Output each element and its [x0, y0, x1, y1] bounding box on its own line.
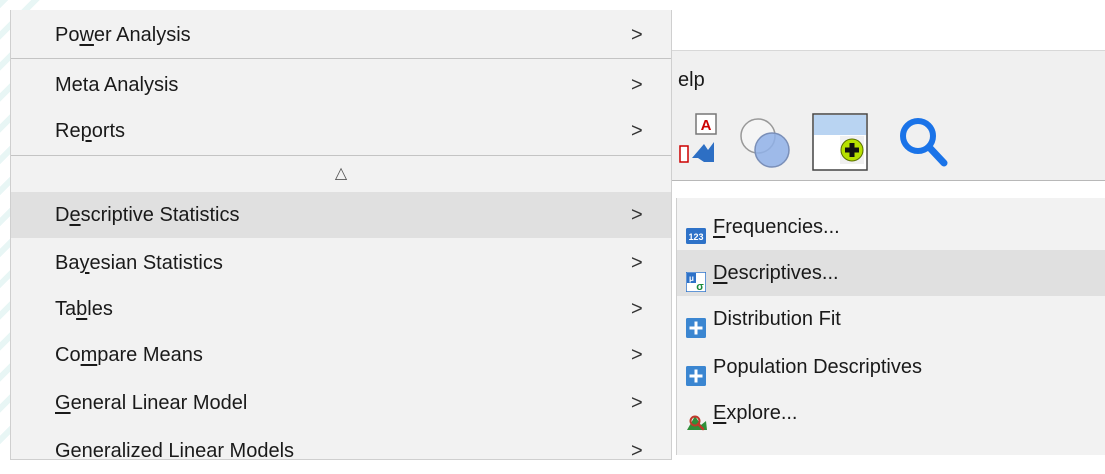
menu-item-label: General Linear Model	[55, 392, 248, 414]
separator	[11, 58, 671, 59]
submenu-item-label: Explore...	[713, 402, 798, 424]
chevron-right-icon: >	[631, 392, 643, 414]
menu-item-generalized-linear-models[interactable]: Generalized Linear Models >	[11, 428, 671, 474]
submenu-item-population-descriptives[interactable]: Population Descriptives	[677, 344, 1105, 390]
menu-item-label: Reports	[55, 120, 126, 142]
menu-item-meta-analysis[interactable]: Meta Analysis >	[11, 62, 671, 108]
menu-item-reports[interactable]: Reports >	[11, 108, 671, 154]
chevron-right-icon: >	[631, 74, 643, 96]
chevron-right-icon: >	[631, 204, 643, 226]
chevron-right-icon: >	[631, 24, 643, 46]
menu-item-label: Compare Means	[55, 344, 203, 366]
chevron-right-icon: >	[631, 344, 643, 366]
submenu-item-label: Descriptives...	[713, 262, 839, 284]
chevron-right-icon: >	[631, 252, 643, 274]
menu-item-label: Descriptive Statistics	[55, 204, 240, 226]
descriptives-icon: μ σ	[685, 263, 707, 293]
svg-text:μ: μ	[689, 274, 694, 283]
menu-item-bayesian-statistics[interactable]: Bayesian Statistics >	[11, 240, 671, 286]
explore-icon	[686, 403, 707, 431]
menu-item-descriptive-statistics[interactable]: Descriptive Statistics >	[11, 192, 671, 238]
menu-item-label: Tables	[55, 298, 113, 320]
svg-text:123: 123	[688, 232, 703, 242]
descriptive-statistics-submenu: 123 Frequencies... μ σ Descriptives... D…	[676, 198, 1105, 455]
menubar: elp	[672, 50, 1105, 109]
scroll-up-arrow-icon[interactable]: △	[11, 156, 671, 192]
text-variable-icon[interactable]: A	[674, 108, 724, 180]
search-icon[interactable]	[892, 108, 956, 180]
menu-item-compare-means[interactable]: Compare Means >	[11, 332, 671, 378]
frequencies-icon: 123	[686, 217, 706, 244]
menu-item-label: Power Analysis	[55, 24, 191, 46]
chevron-right-icon: >	[631, 120, 643, 142]
menu-item-power-analysis[interactable]: Power Analysis >	[11, 12, 671, 58]
submenu-item-frequencies[interactable]: 123 Frequencies...	[677, 204, 1105, 250]
submenu-item-distribution-fit[interactable]: Distribution Fit	[677, 296, 1105, 342]
submenu-item-explore[interactable]: Explore...	[677, 390, 1105, 436]
submenu-item-label: Population Descriptives	[713, 356, 922, 378]
chevron-right-icon: >	[631, 298, 643, 320]
svg-text:A: A	[701, 117, 712, 134]
chevron-right-icon: >	[631, 440, 643, 462]
menu-item-label: Meta Analysis	[55, 74, 179, 96]
menu-item-general-linear-model[interactable]: General Linear Model >	[11, 380, 671, 426]
plus-extension-icon	[686, 309, 706, 338]
add-case-icon[interactable]	[810, 108, 874, 180]
menu-item-tables[interactable]: Tables >	[11, 286, 671, 332]
submenu-item-label: Distribution Fit	[713, 308, 841, 330]
plus-extension-icon	[686, 357, 706, 386]
submenu-item-label: Frequencies...	[713, 216, 840, 238]
toolbar: A	[672, 108, 1105, 181]
venn-circles-icon[interactable]	[734, 108, 798, 180]
menu-item-label: Bayesian Statistics	[55, 252, 223, 274]
submenu-item-descriptives[interactable]: μ σ Descriptives...	[677, 250, 1105, 296]
menu-help[interactable]: elp	[678, 69, 705, 92]
menu-item-label: Generalized Linear Models	[55, 440, 295, 462]
analyze-menu: Power Analysis > Meta Analysis > Reports…	[10, 10, 672, 462]
svg-text:σ: σ	[696, 281, 704, 292]
